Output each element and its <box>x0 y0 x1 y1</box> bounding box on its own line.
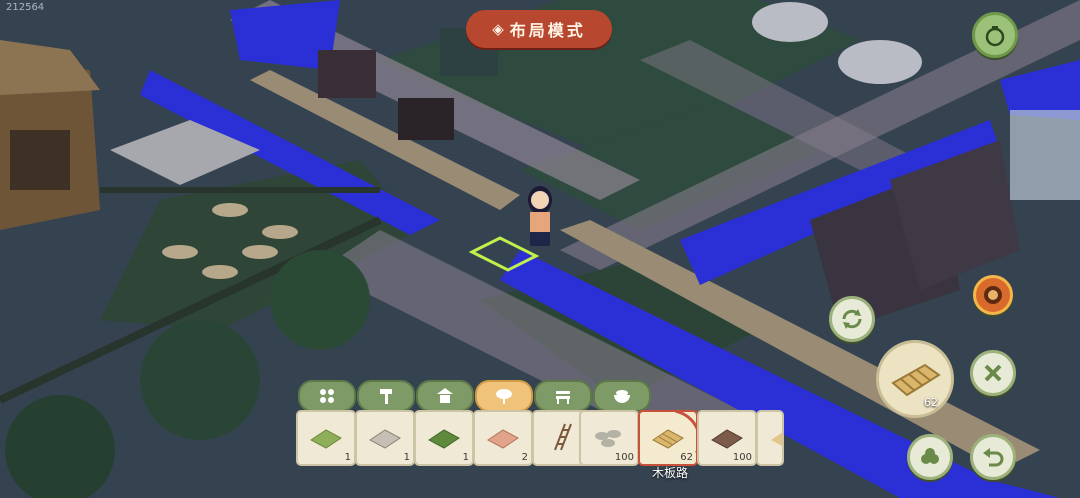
plank-road-icon <box>891 363 941 397</box>
item-slot-plank-road[interactable]: 62 <box>638 409 701 466</box>
tab-all[interactable] <box>298 380 356 412</box>
player-character <box>528 186 552 246</box>
preview-count: 62 <box>924 396 938 409</box>
item-count: 100 <box>614 452 634 463</box>
tab-food[interactable] <box>593 380 651 412</box>
undo-button[interactable] <box>970 434 1016 480</box>
watermark: 212564 <box>6 2 45 13</box>
item-slot-green-tile[interactable]: 1 <box>414 410 474 466</box>
grass-tile-icon <box>310 429 342 449</box>
hammer-icon <box>380 389 392 404</box>
grid-icon <box>320 389 334 403</box>
dirt-tile-icon <box>711 429 743 449</box>
pebble-path-icon <box>595 430 621 447</box>
green-tile-icon <box>428 429 460 449</box>
rotate-icon <box>842 309 862 329</box>
tab-plants[interactable] <box>475 380 533 412</box>
basket <box>162 245 198 259</box>
clay-tile-icon <box>487 429 519 449</box>
partial-tile-icon <box>771 432 782 446</box>
character-portrait-icon <box>984 286 1002 304</box>
tab-buildings[interactable] <box>416 380 474 412</box>
inventory-pot-button[interactable] <box>972 12 1018 58</box>
selected-item-label: 木板路 <box>651 466 688 480</box>
bowl-icon <box>614 390 630 403</box>
item-count: 100 <box>732 452 752 463</box>
basket <box>242 245 278 259</box>
selected-item-preview <box>876 340 954 418</box>
pavilion-icon <box>437 388 453 403</box>
tab-furniture[interactable] <box>534 380 592 412</box>
tree-icon <box>496 389 512 404</box>
bench-icon <box>556 391 570 404</box>
chest <box>318 50 376 98</box>
undo-icon <box>983 448 1004 467</box>
layout-mode-label: 布局模式 <box>509 21 586 40</box>
item-count: 1 <box>403 452 410 463</box>
item-slot-dirt-tile[interactable]: 100 <box>697 410 757 466</box>
millstone <box>838 40 922 84</box>
chest <box>398 98 454 140</box>
item-slot-stone-tile[interactable]: 1 <box>355 410 415 466</box>
item-slot-grass-tile[interactable]: 1 <box>296 410 356 466</box>
tree <box>270 250 370 350</box>
item-count: 1 <box>462 452 469 463</box>
millstone <box>752 2 828 42</box>
close-icon <box>984 364 1002 382</box>
store-icon <box>921 448 939 464</box>
stone-tile-icon <box>369 429 401 449</box>
tree <box>140 320 260 440</box>
item-count: 1 <box>344 452 351 463</box>
house-wall <box>10 130 70 190</box>
character-portrait-button[interactable] <box>973 275 1013 315</box>
item-slot-partial[interactable] <box>756 410 784 466</box>
basket <box>212 203 248 217</box>
item-slot-clay-tile[interactable]: 2 <box>473 410 533 466</box>
basket <box>202 265 238 279</box>
diamond-icon: ◈ <box>492 20 504 38</box>
inventory-pot-icon <box>985 26 1005 47</box>
well <box>1010 110 1080 200</box>
cancel-button[interactable] <box>970 350 1016 396</box>
ladder-icon <box>554 423 572 451</box>
store-button[interactable] <box>907 434 953 480</box>
rotate-button[interactable] <box>829 296 875 342</box>
item-count: 2 <box>521 452 528 463</box>
layout-mode-banner: ◈ 布局模式 <box>466 10 612 48</box>
item-count: 62 <box>680 452 693 463</box>
item-slot-pebble-path[interactable]: 100 <box>579 410 639 466</box>
tab-tools[interactable] <box>357 380 415 412</box>
basket <box>262 225 298 239</box>
plank-road-icon <box>652 429 684 449</box>
